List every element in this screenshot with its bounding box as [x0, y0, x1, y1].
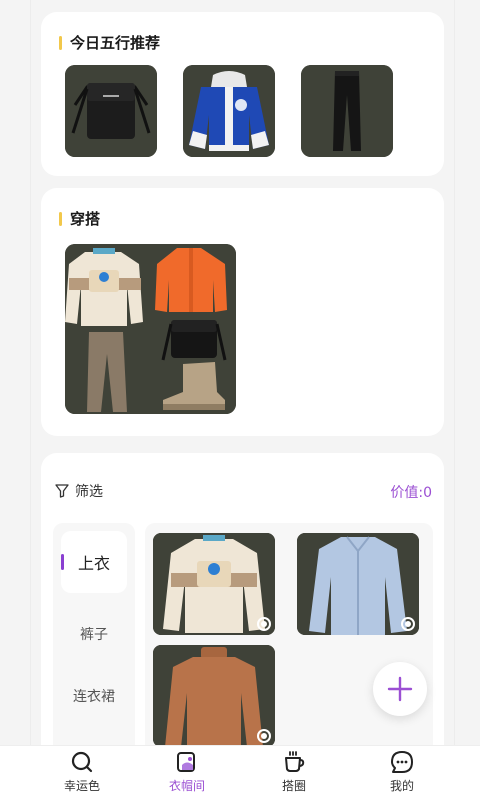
plus-icon	[387, 676, 413, 702]
select-radio[interactable]	[257, 729, 271, 743]
title-accent-bar	[59, 35, 62, 50]
tab-label: 衣帽间	[168, 779, 205, 793]
category-item-tops[interactable]: 上衣	[61, 531, 127, 593]
filter-button[interactable]: 筛选	[55, 481, 103, 501]
title-accent-bar	[59, 211, 62, 226]
outfit-title: 穿搭	[59, 208, 100, 229]
outfit-title-text: 穿搭	[70, 210, 101, 228]
cream-sweatshirt-image	[153, 533, 275, 635]
filter-label: 筛选	[75, 484, 103, 500]
select-radio[interactable]	[401, 617, 415, 631]
black-trousers-image	[301, 65, 393, 157]
tab-label: 幸运色	[63, 779, 100, 793]
recommend-item-jacket[interactable]	[183, 65, 275, 157]
add-button[interactable]	[373, 662, 427, 716]
clothing-item[interactable]	[297, 533, 419, 635]
tab-label: 我的	[389, 779, 414, 793]
recommend-title: 今日五行推荐	[59, 32, 160, 53]
recommend-item-bag[interactable]	[65, 65, 157, 157]
category-item-pants[interactable]: 裤子	[61, 603, 127, 665]
tab-community[interactable]: 搭圈	[254, 750, 334, 798]
recommend-item-trousers[interactable]	[301, 65, 393, 157]
recommend-card: 今日五行推荐	[41, 12, 444, 176]
clothing-item[interactable]	[153, 645, 275, 747]
outfit-collage[interactable]	[65, 244, 236, 414]
category-item-dress[interactable]: 连衣裙	[61, 665, 127, 727]
shoulder-bag-image	[65, 65, 157, 157]
select-radio[interactable]	[257, 617, 271, 631]
varsity-jacket-image	[183, 65, 275, 157]
chat-icon	[391, 751, 413, 773]
tab-label: 搭圈	[281, 779, 306, 793]
value-number: 0	[423, 485, 432, 501]
tab-lucky-color[interactable]: 幸运色	[42, 750, 122, 798]
outfit-card: 穿搭	[41, 188, 444, 436]
light-blue-shirt-image	[297, 533, 419, 635]
outfit-collage-image	[65, 244, 236, 414]
clothing-item[interactable]	[153, 533, 275, 635]
value-display: 价值:0	[390, 482, 432, 502]
category-label: 裤子	[80, 627, 108, 643]
clothing-grid	[145, 523, 433, 763]
cup-icon	[285, 751, 305, 772]
wardrobe-icon	[177, 752, 195, 772]
category-label: 连衣裙	[73, 689, 115, 705]
value-label: 价值:	[390, 485, 424, 501]
tab-wardrobe[interactable]: 衣帽间	[147, 750, 227, 798]
category-list: 上衣 裤子 连衣裙	[53, 523, 135, 763]
filter-icon	[55, 484, 69, 498]
category-label: 上衣	[77, 554, 110, 573]
bottom-tab-bar: 幸运色 衣帽间 搭圈 我的	[0, 745, 480, 800]
wardrobe-card: 筛选 价值:0 上衣 裤子 连衣裙	[41, 453, 444, 773]
recommend-title-text: 今日五行推荐	[70, 34, 161, 52]
brown-turtleneck-image	[153, 645, 275, 747]
wardrobe-page: 今日五行推荐 穿搭 筛选 价值:0 上衣 裤子 连衣裙	[30, 0, 455, 773]
search-icon	[71, 751, 93, 773]
tab-mine[interactable]: 我的	[362, 750, 442, 798]
